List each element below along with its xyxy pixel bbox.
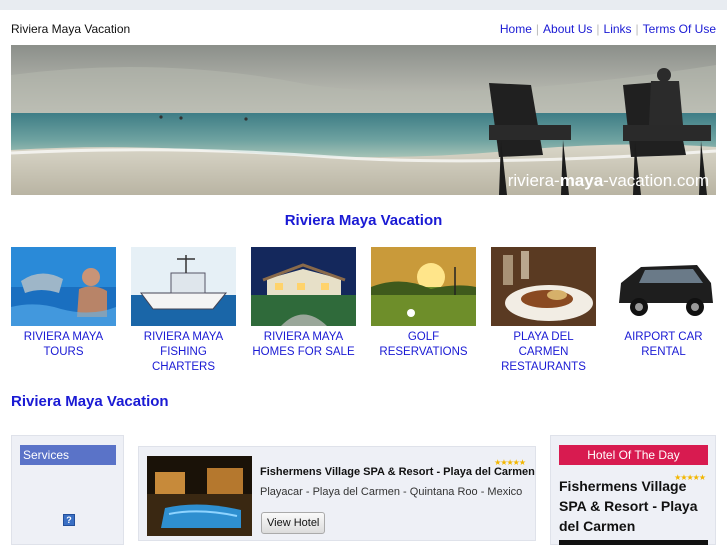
site-title: Riviera Maya Vacation: [11, 22, 131, 36]
nav-about-link[interactable]: About Us: [543, 22, 592, 36]
tile-car-rental[interactable]: AIRPORT CAR RENTAL: [611, 247, 716, 360]
tile-caption-line[interactable]: GOLF: [371, 330, 476, 345]
tile-caption-line[interactable]: AIRPORT CAR: [611, 330, 716, 345]
hotel-of-the-day-header: Hotel Of The Day: [559, 445, 708, 465]
tile-caption-line[interactable]: FISHING CHARTERS: [131, 345, 236, 375]
hotel-name[interactable]: Fishermens Village SPA & Resort - Playa …: [260, 466, 535, 478]
tile-restaurants[interactable]: PLAYA DEL CARMEN RESTAURANTS: [491, 247, 596, 375]
tile-golf-image[interactable]: [371, 247, 476, 326]
content-heading: Riviera Maya Vacation: [11, 393, 169, 410]
tile-homes-caption[interactable]: RIVIERA MAYA HOMES FOR SALE: [251, 330, 356, 360]
service-tiles: RIVIERA MAYA TOURS RIVIERA MAYA FISHING …: [11, 247, 716, 373]
tile-golf-caption[interactable]: GOLF RESERVATIONS: [371, 330, 476, 360]
tile-tours[interactable]: RIVIERA MAYA TOURS: [11, 247, 116, 360]
nav-links-link[interactable]: Links: [604, 22, 632, 36]
tile-restaurants-caption[interactable]: PLAYA DEL CARMEN RESTAURANTS: [491, 330, 596, 375]
tile-caption-line[interactable]: RIVIERA MAYA: [251, 330, 356, 345]
tile-car-rental-caption[interactable]: AIRPORT CAR RENTAL: [611, 330, 716, 360]
section-title: Riviera Maya Vacation: [284, 212, 443, 229]
hotel-listing: ★★★★★ Fishermens Village SPA & Resort - …: [138, 446, 536, 541]
top-nav: Home | About Us | Links | Terms Of Use: [500, 22, 716, 36]
help-icon[interactable]: ?: [63, 514, 75, 526]
top-bar: Riviera Maya Vacation Home | About Us | …: [11, 22, 716, 40]
tile-golf[interactable]: GOLF RESERVATIONS: [371, 247, 476, 360]
services-sidebar: Services ?: [11, 435, 124, 545]
page: Riviera Maya Vacation Home | About Us | …: [0, 10, 727, 545]
tile-homes[interactable]: RIVIERA MAYA HOMES FOR SALE: [251, 247, 356, 360]
hotel-of-the-day-name[interactable]: Fishermens Village SPA & Resort - Playa …: [559, 476, 709, 536]
hero-banner: riviera-maya-vacation.com: [11, 45, 716, 195]
tile-caption-line[interactable]: TOURS: [11, 345, 116, 360]
tile-car-rental-image[interactable]: [611, 247, 716, 326]
tile-caption-line[interactable]: PLAYA DEL CARMEN: [491, 330, 596, 360]
tile-caption-line[interactable]: HOMES FOR SALE: [251, 345, 356, 360]
tile-fishing-image[interactable]: [131, 247, 236, 326]
tile-tours-image[interactable]: [11, 247, 116, 326]
nav-separator: |: [596, 22, 600, 36]
tile-caption-line[interactable]: RESTAURANTS: [491, 360, 596, 375]
services-header[interactable]: Services: [20, 445, 116, 465]
tile-homes-image[interactable]: [251, 247, 356, 326]
hotel-thumbnail[interactable]: [147, 456, 252, 536]
tile-caption-line[interactable]: RIVIERA MAYA: [131, 330, 236, 345]
hotel-of-the-day-image-strip: [559, 540, 708, 545]
tile-fishing[interactable]: RIVIERA MAYA FISHING CHARTERS: [131, 247, 236, 375]
tile-caption-line[interactable]: RENTAL: [611, 345, 716, 360]
nav-home-link[interactable]: Home: [500, 22, 532, 36]
tile-tours-caption[interactable]: RIVIERA MAYA TOURS: [11, 330, 116, 360]
hero-watermark: riviera-maya-vacation.com: [508, 171, 709, 190]
tile-fishing-caption[interactable]: RIVIERA MAYA FISHING CHARTERS: [131, 330, 236, 375]
view-hotel-button[interactable]: View Hotel: [261, 512, 326, 534]
tile-caption-line[interactable]: RIVIERA MAYA: [11, 330, 116, 345]
hotel-location: Playacar - Playa del Carmen - Quintana R…: [260, 486, 523, 498]
nav-separator: |: [635, 22, 639, 36]
tile-restaurants-image[interactable]: [491, 247, 596, 326]
hotel-of-the-day: Hotel Of The Day ★★★★★ Fishermens Villag…: [550, 435, 716, 545]
hero-beach-image: riviera-maya-vacation.com: [11, 45, 716, 195]
nav-separator: |: [535, 22, 540, 36]
nav-terms-link[interactable]: Terms Of Use: [643, 22, 716, 36]
tile-caption-line[interactable]: RESERVATIONS: [371, 345, 476, 360]
